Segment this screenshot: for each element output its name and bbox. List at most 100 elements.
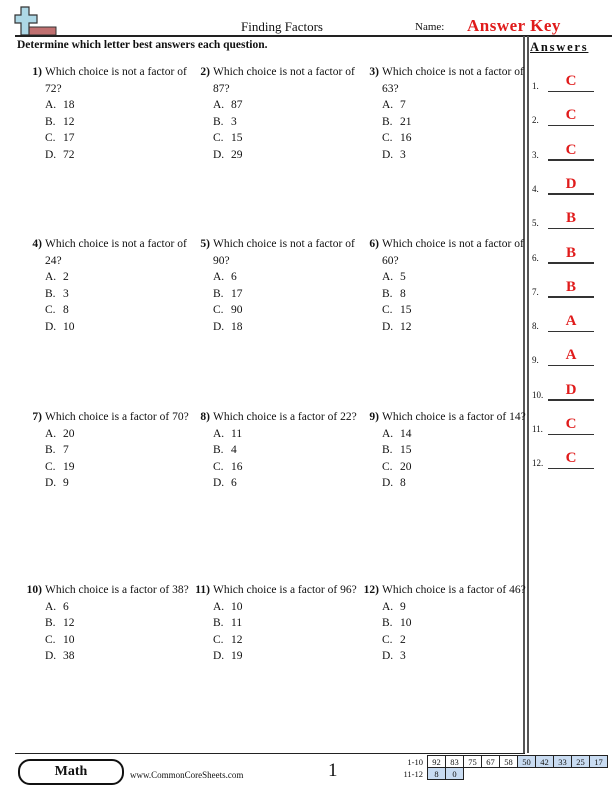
choice-letter: D. — [382, 477, 394, 489]
question-number: 1) — [32, 66, 42, 78]
question-stem: Which choice is a factor of 70? — [45, 411, 189, 423]
choice-text: 12 — [231, 633, 243, 646]
choice-text: 16 — [231, 460, 243, 473]
site-url: www.CommonCoreSheets.com — [130, 770, 244, 780]
answer-row: 6. B — [532, 244, 606, 264]
answer-line — [548, 364, 594, 367]
footer-divider — [15, 753, 525, 754]
question-stem: Which choice is not a factor of 63? — [382, 66, 524, 95]
question-number: 11) — [195, 584, 210, 596]
choice-text: 7 — [63, 444, 69, 456]
question: 10) Which choice is a factor of 38? A. 6 B. 1… — [27, 582, 205, 665]
answer-value: B — [565, 210, 576, 227]
choice-text: 38 — [63, 650, 75, 662]
choice-text: 20 — [63, 427, 75, 440]
answer-value: B — [565, 244, 576, 261]
choice-text: 12 — [63, 617, 75, 629]
choice-text: 8 — [400, 287, 406, 300]
choice-text: 18 — [63, 99, 75, 111]
answer-choice: B. 12 — [45, 615, 205, 632]
choice-text: 14 — [400, 427, 412, 440]
answer-choice: D. 3 — [382, 648, 542, 665]
answer-choice: A. 2 — [45, 269, 205, 286]
choice-letter: D. — [45, 320, 57, 333]
choice-text: 3 — [400, 650, 406, 662]
answer-value: D — [565, 175, 577, 192]
answer-choice: C. 8 — [45, 302, 205, 319]
choice-letter: C. — [382, 460, 393, 473]
score-cell: 50 — [517, 755, 536, 768]
answer-choice: B. 4 — [213, 442, 373, 459]
answer-choice: B. 7 — [45, 442, 205, 459]
answer-row: 4. D — [532, 175, 606, 195]
answer-line — [548, 90, 594, 92]
answer-choice: C. 16 — [382, 130, 542, 147]
question-stem: Which choice is not a factor of 90? — [213, 238, 355, 267]
choice-text: 5 — [400, 271, 406, 283]
question: 1) Which choice is not a factor of 72? A. 1… — [32, 64, 205, 163]
score-cell: 0 — [445, 767, 464, 780]
choice-text: 6 — [63, 600, 69, 613]
question-number: 9) — [369, 411, 379, 423]
answer-row: 8. A — [532, 312, 606, 333]
answer-line — [548, 433, 594, 435]
answer-value: C — [565, 107, 577, 124]
choice-text: 72 — [63, 148, 75, 161]
choice-letter: D. — [213, 148, 225, 161]
score-row-label: 1-10 — [407, 756, 423, 767]
answer-line — [548, 193, 594, 195]
choice-letter: D. — [382, 650, 394, 662]
choice-letter: B. — [213, 287, 224, 300]
choice-text: 19 — [231, 650, 243, 662]
score-cell: 25 — [571, 755, 590, 768]
question-stem: Which choice is a factor of 14? — [382, 411, 526, 423]
score-cell: 8 — [427, 767, 446, 780]
choice-letter: C. — [213, 304, 224, 316]
answer-choice: A. 6 — [45, 599, 205, 616]
choice-text: 10 — [400, 617, 412, 629]
choice-letter: B. — [213, 115, 224, 128]
answer-row: 11. C — [532, 415, 606, 435]
answer-choice: C. 2 — [382, 632, 542, 649]
choice-letter: B. — [45, 115, 56, 128]
choice-text: 10 — [231, 600, 243, 613]
choice-text: 20 — [400, 460, 412, 473]
choice-letter: B. — [382, 444, 393, 456]
answer-value: C — [565, 141, 577, 158]
score-cell: 67 — [481, 755, 500, 768]
choice-letter: D. — [213, 650, 225, 662]
choice-letter: C. — [213, 633, 224, 646]
answer-value: C — [565, 450, 577, 467]
answer-value: B — [565, 278, 576, 295]
choice-letter: C. — [213, 460, 224, 473]
choice-text: 2 — [63, 271, 69, 283]
answers-heading: Answers — [530, 40, 589, 54]
question-number: 12) — [363, 584, 379, 596]
choice-letter: B. — [382, 115, 393, 128]
answer-choice: C. 19 — [45, 459, 205, 476]
choice-text: 8 — [63, 304, 69, 316]
choice-text: 7 — [400, 99, 406, 111]
answer-value: A — [565, 313, 577, 330]
score-cell: 17 — [589, 755, 608, 768]
answer-choice: B. 3 — [213, 114, 373, 131]
name-label: Name: — [415, 21, 445, 33]
score-row: 1-10 92 83 75 67 58 50 42 33 25 17 — [393, 755, 608, 768]
choice-text: 8 — [400, 477, 406, 489]
choice-letter: A. — [382, 427, 394, 440]
choice-text: 18 — [231, 320, 243, 333]
answer-choice: D. 8 — [382, 475, 542, 492]
choice-text: 21 — [400, 115, 412, 128]
choice-text: 2 — [400, 633, 406, 646]
answer-line — [548, 227, 594, 230]
choice-text: 16 — [400, 132, 412, 144]
choice-letter: A. — [382, 600, 394, 613]
answer-choice: C. 10 — [45, 632, 205, 649]
choice-letter: C. — [382, 132, 393, 144]
choice-letter: A. — [45, 271, 57, 283]
score-row: 11-12 8 0 — [393, 767, 608, 780]
choice-text: 12 — [63, 115, 75, 128]
question-stem: Which choice is a factor of 38? — [45, 584, 189, 596]
answer-number: 5. — [532, 218, 539, 229]
choice-text: 15 — [400, 444, 412, 456]
